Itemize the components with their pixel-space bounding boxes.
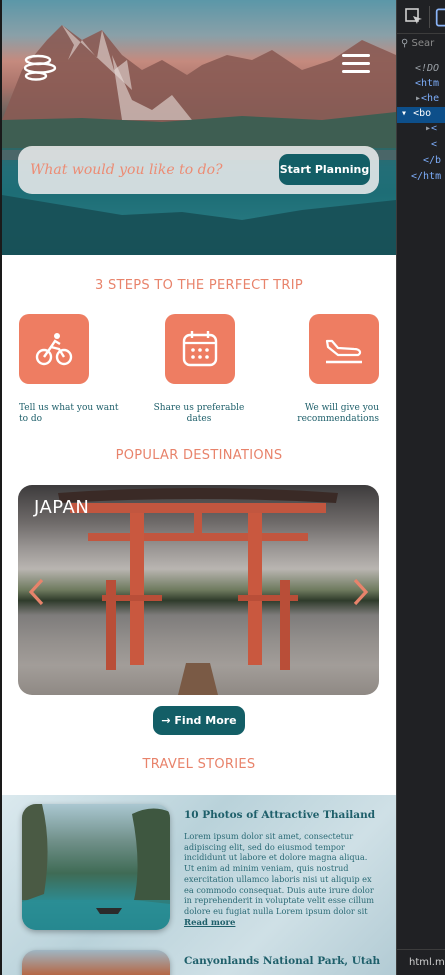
- hamburger-menu-icon[interactable]: [342, 54, 370, 74]
- search-icon: ⚲: [401, 38, 409, 49]
- dom-node-head[interactable]: ▸<he: [415, 93, 439, 104]
- dom-node-body[interactable]: ▾ <bo: [401, 108, 431, 119]
- inspect-element-icon[interactable]: [405, 8, 423, 26]
- step-card-2: [165, 314, 235, 384]
- search-bar: Start Planning: [18, 146, 379, 194]
- step-card-3: [309, 314, 379, 384]
- collapse-triangle-icon[interactable]: ▾: [401, 108, 407, 119]
- dom-node-child-2[interactable]: <: [431, 139, 437, 150]
- destinations-section-title: POPULAR DESTINATIONS: [115, 448, 283, 463]
- search-input[interactable]: [30, 154, 250, 186]
- chevron-right-icon[interactable]: [349, 577, 371, 607]
- destination-name: JAPAN: [34, 497, 90, 518]
- dom-node-html-close[interactable]: </htm: [411, 171, 441, 182]
- stories-section-title: TRAVEL STORIES: [142, 757, 256, 772]
- mountain-lake-photo: [2, 25, 396, 255]
- story-image-thailand[interactable]: [22, 804, 170, 930]
- arrow-right-icon: →: [161, 714, 171, 727]
- airplane-landing-icon: [325, 339, 362, 364]
- read-more-link[interactable]: Read more: [184, 918, 235, 928]
- page-viewport: Start Planning 3 STEPS TO THE PERFECT TR…: [0, 0, 396, 975]
- devtools-breadcrumb[interactable]: html.m: [397, 949, 445, 975]
- logo-icon[interactable]: [18, 52, 62, 82]
- story-image-canyonlands[interactable]: [22, 950, 170, 975]
- story-title-1[interactable]: 10 Photos of Attractive Thailand: [184, 809, 375, 821]
- calendar-icon: [182, 331, 218, 367]
- devtools-toolbar: [397, 0, 445, 34]
- devtools-search[interactable]: ⚲ Sear: [401, 38, 434, 49]
- devtools-search-text: Sear: [411, 38, 435, 49]
- step-card-1: [19, 314, 89, 384]
- bicycle-rider-icon: [35, 333, 73, 366]
- step-text-3: We will give you recommendations: [297, 403, 379, 424]
- destination-carousel[interactable]: JAPAN: [18, 485, 379, 695]
- chevron-left-icon[interactable]: [26, 577, 48, 607]
- find-more-button[interactable]: → Find More: [153, 706, 245, 735]
- dom-node-child-1[interactable]: ▸<: [425, 123, 437, 134]
- limestone-cliff-photo: [22, 804, 170, 930]
- step-text-1: Tell us what you want to do: [19, 403, 119, 424]
- story-title-2[interactable]: Canyonlands National Park, Utah: [184, 955, 380, 967]
- hero-banner: Start Planning: [2, 0, 396, 255]
- find-more-label: Find More: [174, 714, 237, 727]
- device-toolbar-icon[interactable]: [429, 6, 445, 28]
- dom-node-doctype[interactable]: <!DO: [415, 63, 439, 74]
- steps-section-title: 3 STEPS TO THE PERFECT TRIP: [94, 278, 304, 293]
- start-planning-button[interactable]: Start Planning: [279, 154, 370, 185]
- story-excerpt-1: Lorem ipsum dolor sit amet, consectetur …: [184, 831, 375, 917]
- dom-node-body-close[interactable]: </b: [423, 155, 441, 166]
- dom-node-html[interactable]: <htm: [415, 78, 439, 89]
- step-text-2: Share us preferable dates: [153, 403, 245, 424]
- devtools-panel: ⚲ Sear <!DO <htm ▸<he ▾ <bo ▸< < </b </h…: [396, 0, 445, 975]
